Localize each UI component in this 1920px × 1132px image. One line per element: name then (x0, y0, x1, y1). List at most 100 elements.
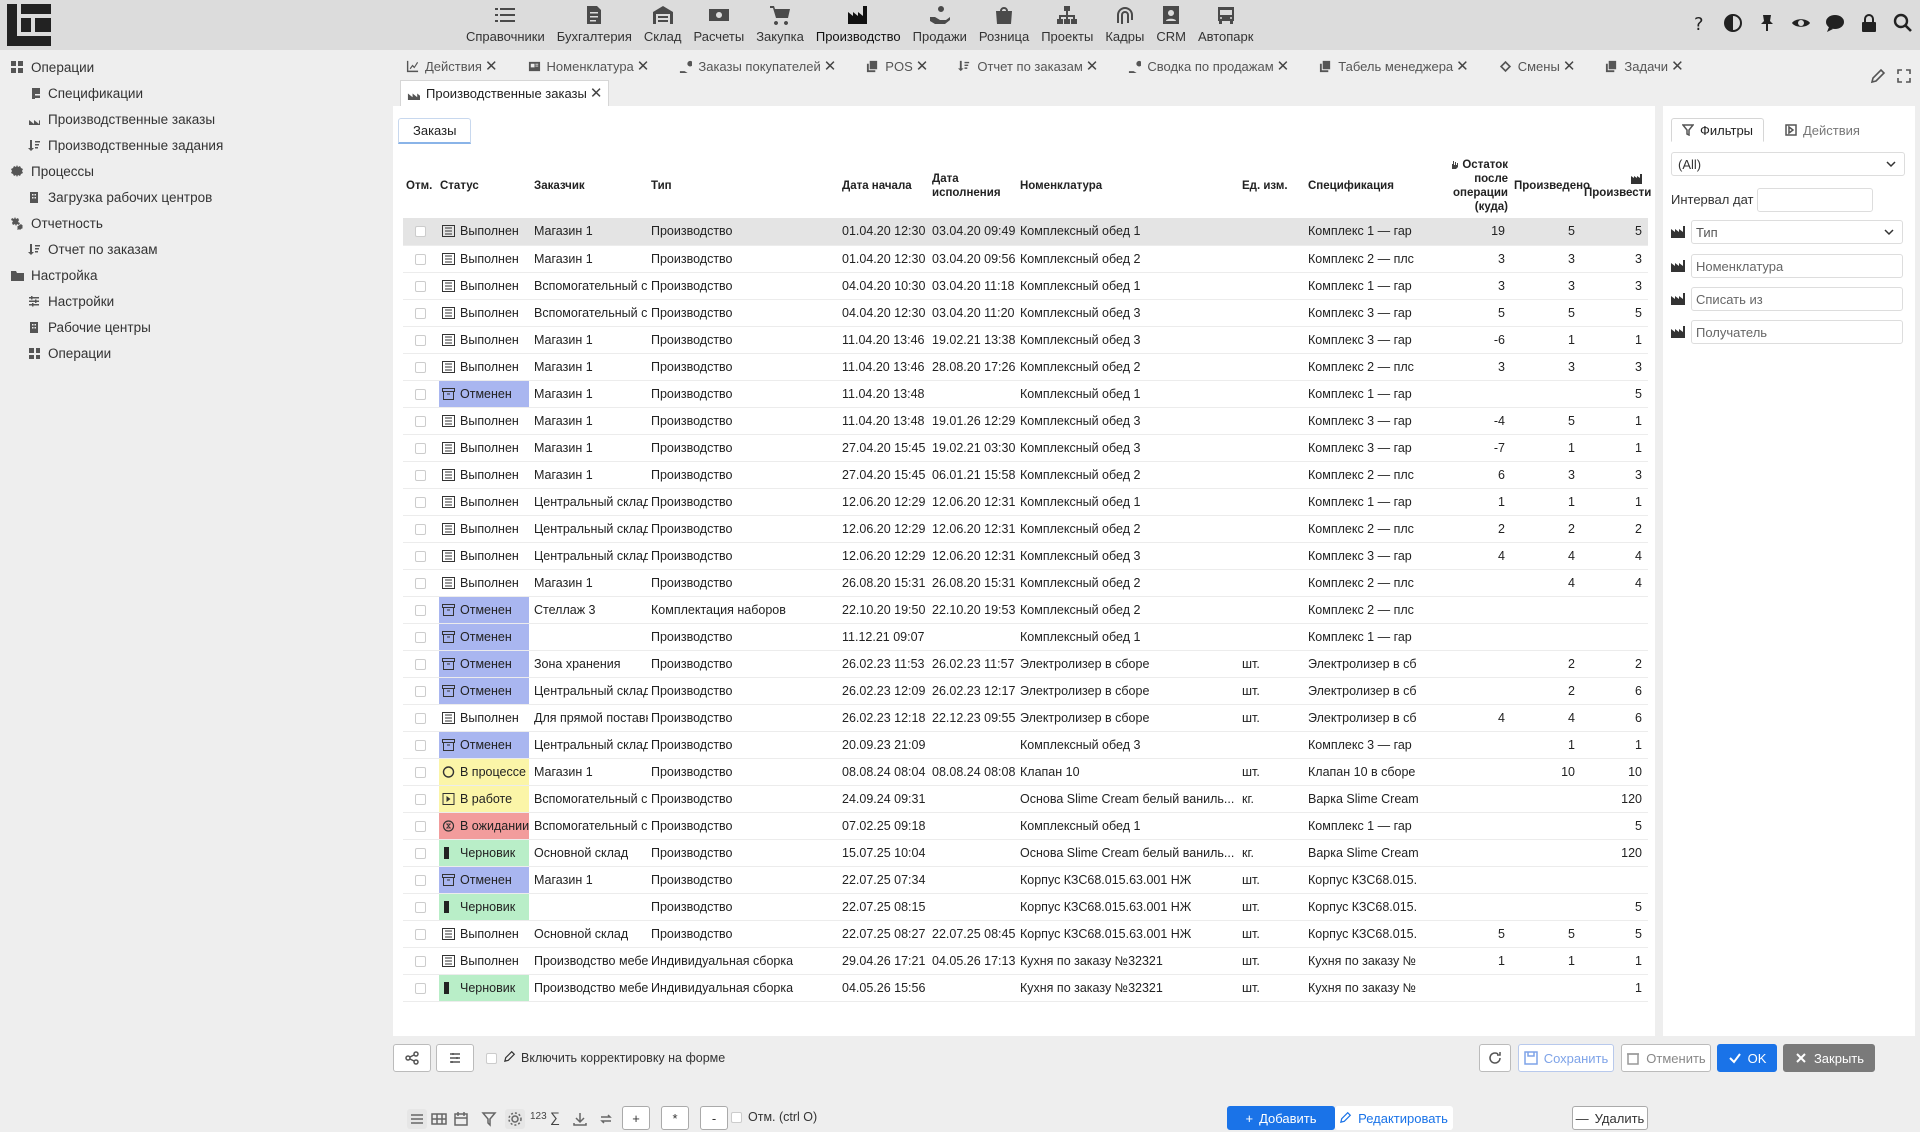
table-row[interactable]: Черновик Производство 22.07.25 08:15 Корпус… (403, 893, 1648, 921)
mark-cell[interactable] (403, 704, 437, 732)
close-icon[interactable]: ✕ (824, 59, 837, 74)
unmark-all-button[interactable]: - (700, 1106, 728, 1130)
close-icon[interactable]: ✕ (916, 59, 929, 74)
table-row[interactable]: Выполнен Центральный склад Производство 12.… (403, 542, 1648, 570)
table-row[interactable]: Выполнен Производство мебелиИндивидуальна… (403, 947, 1648, 975)
close-icon[interactable]: ✕ (1563, 59, 1576, 74)
table-row[interactable]: Отменен Производство 11.12.21 09:07 Комплек… (403, 623, 1648, 651)
tab-tabs_row1-0[interactable]: Действия ✕ (400, 54, 504, 78)
table-row[interactable]: Отменен Магазин 1 Производство 22.07.25 07:… (403, 866, 1648, 894)
filter-icon[interactable] (479, 1109, 499, 1129)
mark-cell[interactable] (403, 515, 437, 543)
pin-icon[interactable] (1756, 12, 1778, 34)
table-row[interactable]: Выполнен Магазин 1 Производство 11.04.20 13… (403, 353, 1648, 381)
mark-cell[interactable] (403, 488, 437, 516)
form-settings-button[interactable] (436, 1044, 474, 1072)
close-button[interactable]: Закрыть (1783, 1044, 1875, 1072)
table-row[interactable]: Выполнен Магазин 1 Производство 01.04.20 12… (403, 245, 1648, 273)
mark-all-button[interactable]: + (622, 1106, 650, 1130)
mark-cell[interactable] (403, 812, 437, 840)
tab-tabs_row1-7[interactable]: Смены ✕ (1493, 54, 1582, 78)
row-checkbox[interactable] (415, 226, 426, 238)
table-row[interactable]: В ожиданииВспомогательный складПроизводс… (403, 812, 1648, 840)
refresh-icon[interactable] (596, 1109, 616, 1129)
mark-checkbox[interactable] (731, 1112, 742, 1123)
sidebar-item-3-2[interactable]: Операции (0, 340, 386, 366)
edit-pencil-icon[interactable] (1870, 68, 1886, 87)
count-toggle[interactable]: 123 (530, 1111, 547, 1122)
sidebar-item-3-0[interactable]: Настройки (0, 288, 386, 314)
table-row[interactable]: Выполнен Магазин 1 Производство 26.08.20 15… (403, 569, 1648, 597)
sidebar-item-1-0[interactable]: Загрузка рабочих центров (0, 184, 386, 210)
writeoff-input[interactable]: Списать из (1691, 287, 1903, 311)
correction-checkbox[interactable] (486, 1053, 497, 1064)
calendar-view-icon[interactable] (451, 1109, 471, 1129)
row-checkbox[interactable] (415, 928, 426, 940)
table-row[interactable]: Выполнен Вспомогательный складПроизводств… (403, 299, 1648, 327)
mark-cell[interactable] (403, 974, 437, 1002)
search-icon[interactable] (1892, 12, 1914, 34)
tab-tabs_row1-5[interactable]: Сводка по продажам ✕ (1122, 54, 1295, 78)
mark-cell[interactable] (403, 569, 437, 597)
row-checkbox[interactable] (415, 658, 426, 670)
row-checkbox[interactable] (415, 793, 426, 805)
table-row[interactable]: Выполнен Магазин 1 Производство 11.04.20 13… (403, 326, 1648, 354)
mark-cell[interactable] (403, 785, 437, 813)
mark-cell[interactable] (403, 542, 437, 570)
menu-item-5[interactable]: Производство (810, 0, 907, 50)
mark-cell[interactable] (403, 272, 437, 300)
sidebar-group-3[interactable]: Настройка (0, 262, 386, 288)
nomenclature-input[interactable]: Номенклатура (1691, 254, 1903, 278)
row-checkbox[interactable] (415, 415, 426, 427)
col-status[interactable]: Статус (437, 154, 531, 218)
mark-cell[interactable] (403, 947, 437, 975)
table-row[interactable]: Отменен Центральный склад Производство 20.0… (403, 731, 1648, 759)
row-checkbox[interactable] (415, 685, 426, 697)
table-row[interactable]: В работе Вспомогательный складПроизводств… (403, 785, 1648, 813)
menu-item-2[interactable]: Склад (638, 0, 688, 50)
mark-cell[interactable] (403, 245, 437, 273)
receiver-input[interactable]: Получатель (1691, 320, 1903, 344)
sidebar-group-1[interactable]: Процессы (0, 158, 386, 184)
close-icon[interactable]: ✕ (590, 86, 603, 101)
share-button[interactable] (393, 1044, 431, 1072)
col-unit[interactable]: Ед. изм. (1239, 154, 1305, 218)
app-logo[interactable] (6, 3, 52, 47)
menu-item-6[interactable]: Продажи (907, 0, 973, 50)
menu-item-7[interactable]: Розница (973, 0, 1035, 50)
col-produced[interactable]: Произведено (1511, 154, 1590, 218)
theme-contrast-icon[interactable] (1722, 12, 1744, 34)
table-row[interactable]: Отменен Стеллаж 3 Комплектация наборов 22.1… (403, 596, 1648, 624)
mark-cell[interactable] (403, 407, 437, 435)
sidebar-item-0-2[interactable]: Производственные задания (0, 132, 386, 158)
date-interval-input[interactable] (1757, 188, 1873, 212)
close-icon[interactable]: ✕ (1086, 59, 1099, 74)
chat-icon[interactable] (1824, 12, 1846, 34)
cancel-button[interactable]: Отменить (1621, 1044, 1711, 1072)
tab-tabs_row1-4[interactable]: Отчет по заказам ✕ (952, 54, 1104, 78)
table-row[interactable]: Выполнен Магазин 1 Производство 01.04.20 12… (403, 218, 1648, 246)
col-to-produce[interactable]: Произвести (1581, 154, 1651, 218)
table-row[interactable]: Выполнен Магазин 1 Производство 27.04.20 15… (403, 434, 1648, 462)
mark-cell[interactable] (403, 596, 437, 624)
col-customer[interactable]: Заказчик (531, 154, 648, 218)
mark-cell[interactable] (403, 299, 437, 327)
delete-button[interactable]: — Удалить (1572, 1106, 1648, 1130)
mark-cell[interactable] (403, 353, 437, 381)
table-row[interactable]: Выполнен Магазин 1 Производство 11.04.20 13… (403, 407, 1648, 435)
sidebar-item-2-0[interactable]: Отчет по заказам (0, 236, 386, 262)
col-specification[interactable]: Спецификация (1305, 154, 1424, 218)
lock-icon[interactable] (1858, 12, 1880, 34)
row-checkbox[interactable] (415, 577, 426, 589)
row-checkbox[interactable] (415, 901, 426, 913)
tab-actions[interactable]: Действия (1775, 118, 1870, 142)
row-checkbox[interactable] (415, 334, 426, 346)
mark-cell[interactable] (403, 893, 437, 921)
col-nomenclature[interactable]: Номенклатура (1017, 154, 1239, 218)
row-checkbox[interactable] (415, 496, 426, 508)
table-row[interactable]: Выполнен Центральный склад Производство 12.… (403, 515, 1648, 543)
mark-cell[interactable] (403, 731, 437, 759)
mark-cell[interactable] (403, 380, 437, 408)
subtab-orders[interactable]: Заказы (398, 118, 472, 144)
mark-cell[interactable] (403, 650, 437, 678)
